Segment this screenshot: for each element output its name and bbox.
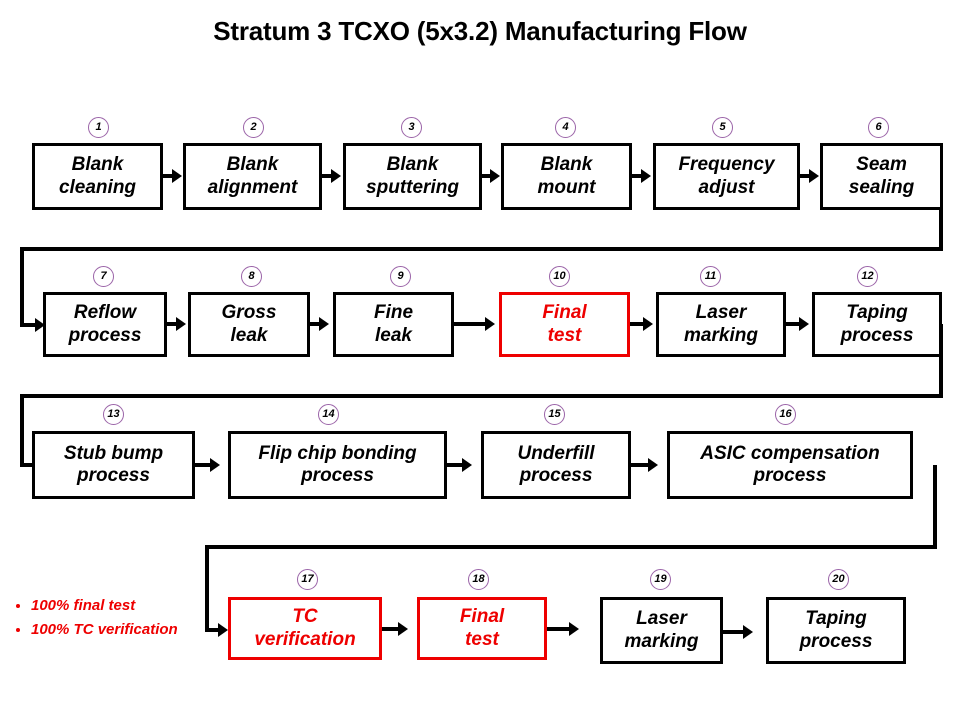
process-box-4[interactable]: Blank mount xyxy=(501,143,632,210)
arrow-13-14 xyxy=(210,458,220,472)
arrow-5-6 xyxy=(809,169,819,183)
connector-16-17-left-down xyxy=(205,545,209,630)
process-box-18[interactable]: Final test xyxy=(417,597,547,660)
step-number-11: 11 xyxy=(700,266,721,287)
arrow-9-10 xyxy=(485,317,495,331)
process-box-3[interactable]: Blank sputtering xyxy=(343,143,482,210)
arrow-18-19 xyxy=(569,622,579,636)
step-number-14: 14 xyxy=(318,404,339,425)
process-box-5-label: Frequency adjust xyxy=(678,154,775,198)
step-number-10: 10 xyxy=(549,266,570,287)
arrow-1-2 xyxy=(172,169,182,183)
connector-9-10 xyxy=(454,322,488,326)
step-number-5: 5 xyxy=(712,117,733,138)
arrow-16-17 xyxy=(218,623,228,637)
arrow-19-20 xyxy=(743,625,753,639)
step-number-1: 1 xyxy=(88,117,109,138)
process-box-5[interactable]: Frequency adjust xyxy=(653,143,800,210)
process-box-9-label: Fine leak xyxy=(373,302,414,346)
process-box-3-label: Blank sputtering xyxy=(366,154,459,198)
process-box-2[interactable]: Blank alignment xyxy=(183,143,322,210)
step-number-8: 8 xyxy=(241,266,262,287)
arrow-15-16 xyxy=(648,458,658,472)
connector-6-7-left-down xyxy=(20,247,24,325)
process-box-7-label: Reflow process xyxy=(68,302,142,346)
process-box-1-label: Blank cleaning xyxy=(58,154,137,198)
note-item-1: 100% final test xyxy=(31,596,204,616)
step-number-18: 18 xyxy=(468,569,489,590)
connector-16-17-across xyxy=(205,545,937,549)
step-number-4: 4 xyxy=(555,117,576,138)
process-box-6[interactable]: Seam sealing xyxy=(820,143,943,210)
arrow-10-11 xyxy=(643,317,653,331)
process-box-19-label: Laser marking xyxy=(624,608,699,652)
step-number-6: 6 xyxy=(868,117,889,138)
process-box-18-label: Final test xyxy=(459,606,505,650)
step-number-9: 9 xyxy=(390,266,411,287)
process-box-11-label: Laser marking xyxy=(684,302,758,346)
step-number-20: 20 xyxy=(828,569,849,590)
step-number-19: 19 xyxy=(650,569,671,590)
connector-18-19 xyxy=(547,627,571,631)
process-box-2-label: Blank alignment xyxy=(207,154,298,198)
arrow-17-18 xyxy=(398,622,408,636)
arrow-4-5 xyxy=(641,169,651,183)
arrow-11-12 xyxy=(799,317,809,331)
process-box-14-label: Flip chip bonding process xyxy=(258,442,417,486)
process-box-4-label: Blank mount xyxy=(537,154,596,198)
process-box-11[interactable]: Laser marking xyxy=(656,292,786,357)
process-box-9[interactable]: Fine leak xyxy=(333,292,454,357)
connector-12-13-left-down xyxy=(20,394,24,466)
flow-diagram-canvas: Stratum 3 TCXO (5x3.2) Manufacturing Flo… xyxy=(0,0,960,720)
connector-12-13-across xyxy=(20,394,943,398)
process-box-13-label: Stub bump process xyxy=(63,442,164,486)
step-number-12: 12 xyxy=(857,266,878,287)
process-box-1[interactable]: Blank cleaning xyxy=(32,143,163,210)
process-box-13[interactable]: Stub bump process xyxy=(32,431,195,499)
process-box-7[interactable]: Reflow process xyxy=(43,292,167,357)
step-number-13: 13 xyxy=(103,404,124,425)
page-title: Stratum 3 TCXO (5x3.2) Manufacturing Flo… xyxy=(213,16,747,46)
process-box-10-label: Final test xyxy=(542,302,587,346)
note-item-2: 100% TC verification xyxy=(31,620,204,640)
process-box-12-label: Taping process xyxy=(840,302,914,346)
process-box-20[interactable]: Taping process xyxy=(766,597,906,664)
arrow-8-9 xyxy=(319,317,329,331)
notes-list: 100% final test 100% TC verification xyxy=(14,596,204,645)
process-box-10[interactable]: Final test xyxy=(499,292,630,357)
step-number-16: 16 xyxy=(775,404,796,425)
arrow-3-4 xyxy=(490,169,500,183)
arrow-14-15 xyxy=(462,458,472,472)
connector-19-20 xyxy=(723,630,745,634)
step-number-2: 2 xyxy=(243,117,264,138)
process-box-12[interactable]: Taping process xyxy=(812,292,942,357)
process-box-17-label: TC verification xyxy=(254,606,356,650)
connector-16-17-down xyxy=(933,465,937,545)
process-box-16-label: ASIC compensation process xyxy=(700,442,880,486)
process-box-6-label: Seam sealing xyxy=(848,154,915,198)
process-box-8-label: Gross leak xyxy=(221,302,277,346)
connector-6-7-across xyxy=(20,247,943,251)
process-box-14[interactable]: Flip chip bonding process xyxy=(228,431,447,499)
step-number-3: 3 xyxy=(401,117,422,138)
arrow-2-3 xyxy=(331,169,341,183)
step-number-15: 15 xyxy=(544,404,565,425)
process-box-19[interactable]: Laser marking xyxy=(600,597,723,664)
arrow-7-8 xyxy=(176,317,186,331)
process-box-15-label: Underfill process xyxy=(517,442,595,486)
process-box-15[interactable]: Underfill process xyxy=(481,431,631,499)
process-box-20-label: Taping process xyxy=(799,608,873,652)
step-number-7: 7 xyxy=(93,266,114,287)
step-number-17: 17 xyxy=(297,569,318,590)
process-box-8[interactable]: Gross leak xyxy=(188,292,310,357)
process-box-17[interactable]: TC verification xyxy=(228,597,382,660)
process-box-16[interactable]: ASIC compensation process xyxy=(667,431,913,499)
